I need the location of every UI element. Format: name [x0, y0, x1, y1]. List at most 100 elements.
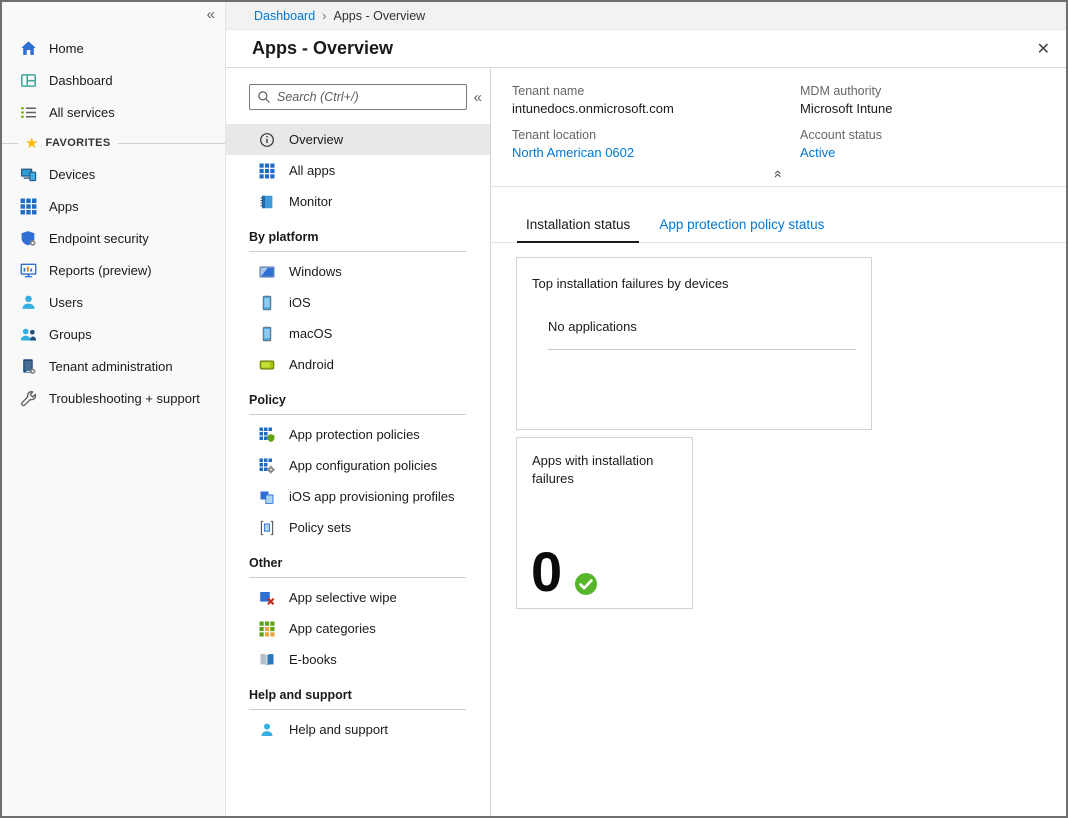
blade-item-label: App protection policies: [289, 427, 420, 442]
search-box[interactable]: [249, 84, 467, 110]
section-header-help-and-support: Help and support: [249, 688, 466, 710]
blade-item-ios-app-provisioning-profiles[interactable]: iOS app provisioning profiles: [226, 481, 490, 512]
all-apps-icon: [258, 162, 276, 180]
sidebar-item-tenant-administration[interactable]: Tenant administration: [2, 350, 225, 382]
blade-item-windows[interactable]: Windows: [226, 256, 490, 287]
sidebar-collapse-icon[interactable]: «: [207, 6, 215, 23]
sidebar-nav-list: Home Dashboard All services ★ FAVORITES: [2, 32, 225, 414]
tenant-location-link[interactable]: North American 0602: [512, 145, 800, 160]
main-content: Tenant name intunedocs.onmicrosoft.com M…: [491, 68, 1066, 816]
field-value: intunedocs.onmicrosoft.com: [512, 101, 800, 116]
sidebar-item-devices[interactable]: Devices: [2, 158, 225, 190]
no-applications-text: No applications: [548, 319, 856, 350]
breadcrumb-separator-icon: ›: [322, 8, 326, 23]
blade-nav: « Overview All apps: [226, 68, 491, 816]
groups-icon: [19, 325, 37, 343]
blade-item-monitor[interactable]: Monitor: [226, 186, 490, 217]
blade-item-policy-sets[interactable]: Policy sets: [226, 512, 490, 543]
sidebar-item-apps[interactable]: Apps: [2, 190, 225, 222]
blade-item-overview[interactable]: Overview: [226, 124, 490, 155]
breadcrumb-current: Apps - Overview: [334, 9, 426, 23]
blade-item-app-configuration-policies[interactable]: App configuration policies: [226, 450, 490, 481]
users-icon: [19, 293, 37, 311]
ios-icon: [258, 294, 276, 312]
sidebar-item-troubleshooting[interactable]: Troubleshooting + support: [2, 382, 225, 414]
blade-item-label: Policy sets: [289, 520, 351, 535]
sidebar-item-label: Endpoint security: [49, 231, 149, 246]
blade-item-android[interactable]: Android: [226, 349, 490, 380]
blade-item-all-apps[interactable]: All apps: [226, 155, 490, 186]
card-title: Top installation failures by devices: [532, 275, 856, 293]
top-installation-failures-card[interactable]: Top installation failures by devices No …: [516, 257, 872, 430]
sidebar-item-label: All services: [49, 105, 115, 120]
blade-item-help-and-support[interactable]: Help and support: [226, 714, 490, 745]
card-title: Apps with installation failures: [532, 452, 677, 488]
account-status-link[interactable]: Active: [800, 145, 1046, 160]
blade-search-row: «: [249, 84, 482, 110]
sidebar-item-home[interactable]: Home: [2, 32, 225, 64]
endpoint-security-icon: [19, 229, 37, 247]
tenant-info-panel: Tenant name intunedocs.onmicrosoft.com M…: [491, 68, 1066, 182]
sidebar-item-label: Tenant administration: [49, 359, 173, 374]
sidebar-item-label: Home: [49, 41, 84, 56]
blade-item-ebooks[interactable]: E-books: [226, 644, 490, 675]
blade-collapse-icon[interactable]: «: [474, 89, 482, 106]
left-sidebar: « Home Dashboard All services: [2, 2, 226, 816]
policy-sets-icon: [258, 519, 276, 537]
sidebar-item-label: Devices: [49, 167, 95, 182]
sidebar-item-users[interactable]: Users: [2, 286, 225, 318]
windows-icon: [258, 263, 276, 281]
sidebar-item-groups[interactable]: Groups: [2, 318, 225, 350]
reports-icon: [19, 261, 37, 279]
blade-item-macos[interactable]: macOS: [226, 318, 490, 349]
section-header-label: By platform: [249, 230, 318, 244]
collapse-up-icon[interactable]: «: [771, 170, 787, 178]
blade-item-label: Monitor: [289, 194, 332, 209]
section-header-policy: Policy: [249, 393, 466, 415]
tab-app-protection-policy-status[interactable]: App protection policy status: [650, 217, 833, 242]
check-circle-icon: [574, 572, 598, 596]
mdm-authority-field: MDM authority Microsoft Intune: [800, 84, 1046, 116]
home-icon: [19, 39, 37, 57]
blade-item-app-protection-policies[interactable]: App protection policies: [226, 419, 490, 450]
tenant-info-grid: Tenant name intunedocs.onmicrosoft.com M…: [512, 84, 1046, 160]
app-configuration-icon: [258, 457, 276, 475]
tenant-name-field: Tenant name intunedocs.onmicrosoft.com: [512, 84, 800, 116]
devices-icon: [19, 165, 37, 183]
blade-item-app-selective-wipe[interactable]: App selective wipe: [226, 582, 490, 613]
field-label: MDM authority: [800, 84, 1046, 98]
app-protection-icon: [258, 426, 276, 444]
android-icon: [258, 356, 276, 374]
info-collapse-row: «: [512, 166, 1046, 182]
section-header-label: Help and support: [249, 688, 352, 702]
sidebar-item-dashboard[interactable]: Dashboard: [2, 64, 225, 96]
blade-item-label: iOS: [289, 295, 311, 310]
field-label: Account status: [800, 128, 1046, 142]
blade-item-label: E-books: [289, 652, 337, 667]
blade-item-label: All apps: [289, 163, 335, 178]
sidebar-item-reports[interactable]: Reports (preview): [2, 254, 225, 286]
section-header-label: Policy: [249, 393, 286, 407]
blade-item-ios[interactable]: iOS: [226, 287, 490, 318]
page-title: Apps - Overview: [252, 38, 393, 59]
blade-item-label: macOS: [289, 326, 332, 341]
sidebar-item-all-services[interactable]: All services: [2, 96, 225, 128]
star-icon: ★: [25, 136, 38, 151]
tenant-administration-icon: [19, 357, 37, 375]
blade-item-app-categories[interactable]: App categories: [226, 613, 490, 644]
apps-with-installation-failures-card[interactable]: Apps with installation failures 0: [516, 437, 693, 609]
info-icon: [258, 131, 276, 149]
blade-title-bar: Apps - Overview ✕: [226, 30, 1066, 68]
breadcrumb-dashboard-link[interactable]: Dashboard: [254, 9, 315, 23]
sidebar-item-endpoint-security[interactable]: Endpoint security: [2, 222, 225, 254]
app-categories-icon: [258, 620, 276, 638]
sidebar-item-label: Reports (preview): [49, 263, 152, 278]
close-icon[interactable]: ✕: [1037, 39, 1050, 59]
field-label: Tenant location: [512, 128, 800, 142]
tab-installation-status[interactable]: Installation status: [517, 217, 639, 243]
divider: [2, 143, 18, 144]
blade-item-label: App configuration policies: [289, 458, 437, 473]
search-input[interactable]: [277, 90, 459, 104]
dashboard-icon: [19, 71, 37, 89]
blade-item-label: Help and support: [289, 722, 388, 737]
